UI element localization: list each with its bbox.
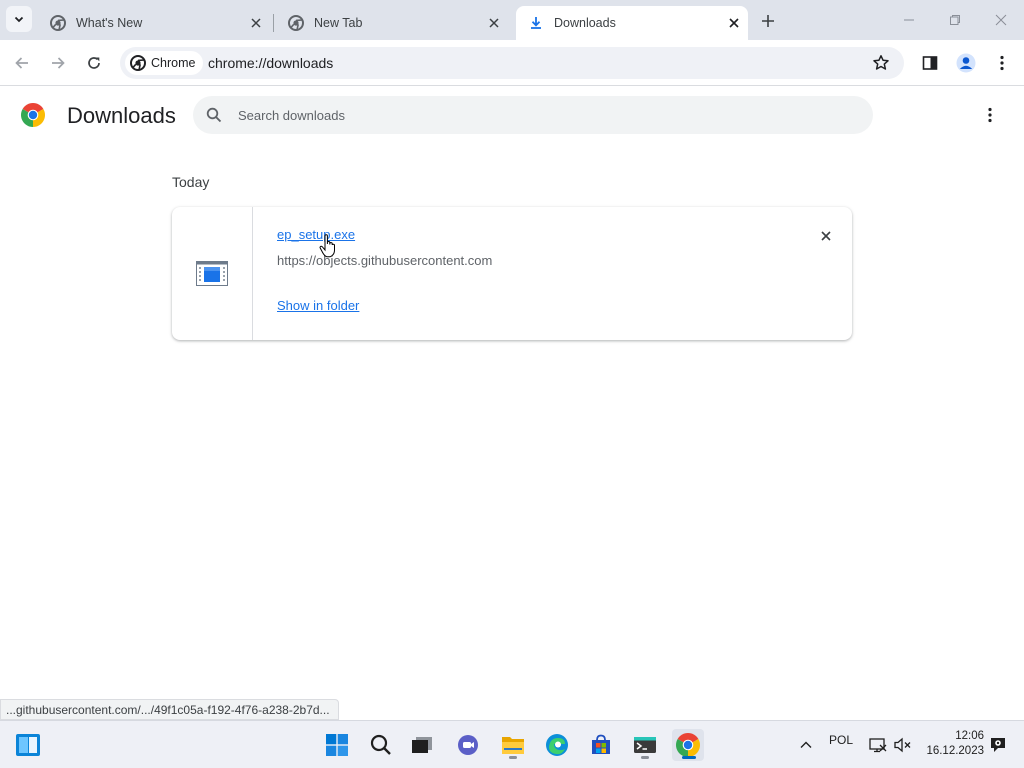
minimize-button[interactable]	[897, 8, 921, 32]
close-window-button[interactable]	[989, 8, 1013, 32]
downloads-menu-button[interactable]	[978, 103, 1002, 127]
plus-icon	[762, 15, 774, 27]
store-button[interactable]	[585, 729, 617, 761]
terminal-icon	[634, 737, 656, 753]
tab-new-tab[interactable]: New Tab	[276, 6, 508, 40]
back-button[interactable]	[10, 51, 34, 75]
taskbar-search-button[interactable]	[365, 729, 397, 761]
task-view-button[interactable]	[406, 729, 438, 761]
windows-taskbar: POL	[0, 720, 1024, 768]
side-panel-button[interactable]	[918, 51, 942, 75]
tab-strip: What's New New Tab Downloads	[0, 0, 1024, 40]
profile-button[interactable]	[954, 51, 978, 75]
widgets-icon	[16, 734, 40, 756]
file-icon-column	[172, 207, 253, 340]
search-icon	[370, 734, 391, 755]
side-panel-icon	[922, 56, 938, 70]
remove-download-button[interactable]	[816, 226, 836, 246]
arrow-right-icon	[52, 57, 65, 69]
hand-pointer-cursor-icon	[319, 234, 335, 258]
chrome-icon	[288, 15, 304, 31]
profile-avatar-icon	[956, 53, 976, 73]
date-heading: Today	[172, 174, 210, 190]
running-indicator	[641, 756, 649, 759]
edge-button[interactable]	[541, 729, 573, 761]
close-tab-icon[interactable]	[246, 13, 266, 33]
tab-downloads[interactable]: Downloads	[516, 6, 748, 40]
volume-button[interactable]	[887, 729, 919, 761]
running-indicator	[682, 756, 696, 759]
search-downloads-box[interactable]	[193, 96, 873, 134]
reload-button[interactable]	[82, 51, 106, 75]
forward-button[interactable]	[46, 51, 70, 75]
tab-whats-new[interactable]: What's New	[38, 6, 270, 40]
chrome-icon	[130, 55, 146, 71]
reload-icon	[88, 57, 100, 69]
widgets-button[interactable]	[12, 729, 44, 761]
tab-search-button[interactable]	[6, 6, 32, 32]
link-status-bubble: ...githubusercontent.com/.../49f1c05a-f1…	[0, 699, 339, 720]
download-item: ep_setup.exe https://objects.githubuserc…	[172, 207, 852, 340]
tab-title: Downloads	[554, 16, 616, 30]
clock-date: 16.12.2023	[926, 745, 984, 757]
search-downloads-input[interactable]	[238, 96, 838, 134]
chrome-icon	[676, 733, 700, 757]
minimize-icon	[904, 19, 914, 21]
arrow-left-icon	[15, 57, 28, 69]
download-icon	[528, 15, 544, 31]
close-icon	[995, 14, 1007, 26]
more-vertical-icon	[1000, 55, 1004, 71]
more-vertical-icon	[988, 107, 992, 123]
start-icon	[326, 734, 348, 756]
file-explorer-button[interactable]	[497, 729, 529, 761]
tab-separator	[273, 14, 274, 32]
edge-icon	[546, 734, 568, 756]
bookmark-star-icon[interactable]	[872, 54, 890, 72]
download-source-url: https://objects.githubusercontent.com	[277, 253, 493, 268]
restore-button[interactable]	[943, 8, 967, 32]
input-language-indicator[interactable]: POL	[829, 733, 853, 747]
taskbar-clock[interactable]: 12:06 16.12.2023	[922, 729, 984, 759]
running-indicator	[509, 756, 517, 759]
show-hidden-icons-button[interactable]	[790, 729, 822, 761]
show-in-folder-link[interactable]: Show in folder	[277, 298, 359, 313]
chrome-logo-icon	[21, 103, 45, 127]
download-file-name-link[interactable]: ep_setup.exe	[277, 227, 355, 242]
chrome-menu-button[interactable]	[990, 51, 1014, 75]
close-icon	[821, 231, 831, 241]
task-view-icon	[412, 737, 432, 753]
page-title: Downloads	[67, 103, 176, 128]
tab-title: New Tab	[314, 16, 363, 30]
store-icon	[592, 734, 610, 754]
site-info-label: Chrome	[151, 56, 196, 70]
exe-file-icon	[196, 261, 228, 286]
notifications-button[interactable]	[982, 729, 1014, 761]
chat-button[interactable]	[452, 729, 484, 761]
file-explorer-icon	[502, 737, 524, 754]
tab-title: What's New	[76, 16, 143, 30]
chrome-taskbar-button[interactable]	[672, 729, 704, 761]
chrome-icon	[50, 15, 66, 31]
start-button[interactable]	[321, 729, 353, 761]
volume-muted-icon	[894, 737, 911, 753]
terminal-button[interactable]	[629, 729, 661, 761]
site-info-chip[interactable]: Chrome	[125, 51, 204, 75]
address-bar[interactable]: Chrome chrome://downloads	[120, 47, 904, 79]
chevron-up-icon	[800, 741, 812, 748]
notification-settings-icon	[991, 738, 1005, 752]
search-icon	[206, 107, 222, 123]
chevron-down-icon	[14, 16, 24, 23]
restore-icon	[950, 15, 960, 25]
close-tab-icon[interactable]	[724, 13, 744, 33]
close-tab-icon[interactable]	[484, 13, 504, 33]
teams-chat-icon	[458, 735, 478, 755]
new-tab-button[interactable]	[756, 9, 780, 33]
url-text[interactable]: chrome://downloads	[208, 55, 333, 71]
browser-toolbar: Chrome chrome://downloads	[0, 40, 1024, 86]
clock-time: 12:06	[955, 730, 984, 742]
network-icon	[869, 738, 887, 753]
